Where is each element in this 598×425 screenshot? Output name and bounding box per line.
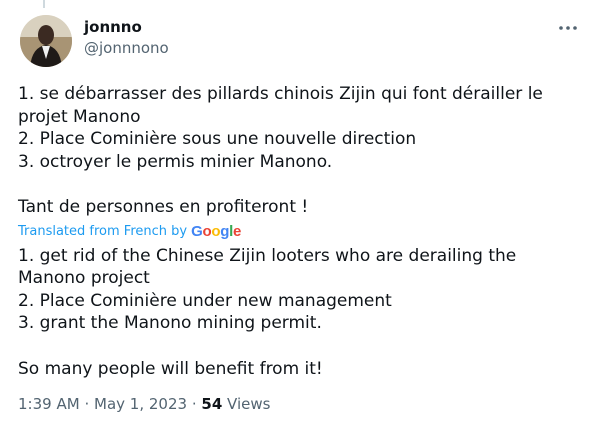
meta-separator: · bbox=[191, 395, 197, 413]
original-line-1: 1. se débarrasser des pillards chinois Z… bbox=[18, 84, 543, 127]
translated-line-1: 1. get rid of the Chinese Zijin looters … bbox=[18, 245, 517, 289]
thread-connector-line bbox=[43, 0, 45, 8]
google-logo: Google bbox=[191, 222, 242, 240]
translation-label: Translated from French by bbox=[18, 223, 188, 239]
translated-line-4: So many people will benefit from it! bbox=[18, 358, 323, 379]
author-handle[interactable]: @jonnnono bbox=[84, 37, 169, 59]
author-display-name[interactable]: jonnno bbox=[84, 17, 169, 37]
translated-line-2: 2. Place Cominière under new management bbox=[18, 290, 392, 311]
tweet-time[interactable]: 1:39 AM bbox=[18, 395, 80, 413]
tweet-meta: 1:39 AM · May 1, 2023 · 54 Views bbox=[18, 395, 270, 413]
views-label: Views bbox=[227, 395, 271, 413]
avatar-photo-icon bbox=[20, 15, 72, 67]
tweet-content: 1. se débarrasser des pillards chinois Z… bbox=[18, 83, 578, 380]
more-horizontal-icon bbox=[559, 26, 577, 30]
translated-line-3: 3. grant the Manono mining permit. bbox=[18, 313, 322, 334]
views-count: 54 bbox=[201, 395, 223, 413]
original-line-4: Tant de personnes en profiteront ! bbox=[18, 196, 309, 217]
avatar[interactable] bbox=[20, 15, 72, 67]
original-line-3: 3. octroyer le permis minier Manono. bbox=[18, 151, 333, 172]
more-options-button[interactable] bbox=[556, 17, 580, 39]
tweet-date[interactable]: May 1, 2023 bbox=[94, 395, 187, 413]
translation-attribution[interactable]: Translated from French by Google bbox=[18, 219, 578, 245]
author-info: jonnno @jonnnono bbox=[84, 17, 169, 59]
meta-separator: · bbox=[84, 395, 90, 413]
original-line-2: 2. Place Cominière sous une nouvelle dir… bbox=[18, 129, 417, 150]
